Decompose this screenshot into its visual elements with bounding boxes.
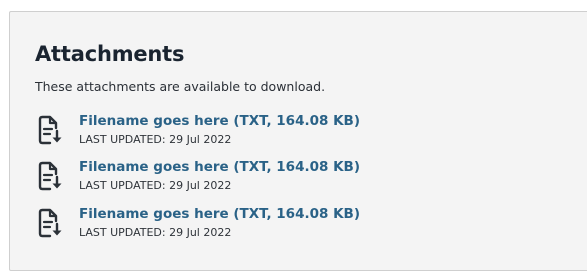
section-description: These attachments are available to downl… (35, 79, 326, 94)
attachment-item: Filename goes here (TXT, 164.08 KB) LAST… (37, 113, 577, 155)
file-text-download-icon[interactable] (37, 161, 63, 191)
last-updated-text: LAST UPDATED: 29 Jul 2022 (79, 133, 231, 147)
attachment-link[interactable]: Filename goes here (TXT, 164.08 KB) (79, 206, 360, 224)
attachments-panel: Attachments These attachments are availa… (9, 11, 587, 271)
last-updated-label: LAST UPDATED: (79, 133, 170, 146)
file-text-download-icon[interactable] (37, 115, 63, 145)
attachment-link[interactable]: Filename goes here (TXT, 164.08 KB) (79, 113, 360, 131)
last-updated-date: 29 Jul 2022 (169, 179, 232, 192)
section-title: Attachments (35, 42, 185, 66)
last-updated-text: LAST UPDATED: 29 Jul 2022 (79, 226, 231, 240)
attachment-item: Filename goes here (TXT, 164.08 KB) LAST… (37, 206, 577, 248)
last-updated-date: 29 Jul 2022 (169, 226, 232, 239)
last-updated-date: 29 Jul 2022 (169, 133, 232, 146)
last-updated-label: LAST UPDATED: (79, 179, 170, 192)
last-updated-text: LAST UPDATED: 29 Jul 2022 (79, 179, 231, 193)
attachment-link[interactable]: Filename goes here (TXT, 164.08 KB) (79, 159, 360, 177)
file-text-download-icon[interactable] (37, 208, 63, 238)
last-updated-label: LAST UPDATED: (79, 226, 170, 239)
attachment-item: Filename goes here (TXT, 164.08 KB) LAST… (37, 159, 577, 201)
